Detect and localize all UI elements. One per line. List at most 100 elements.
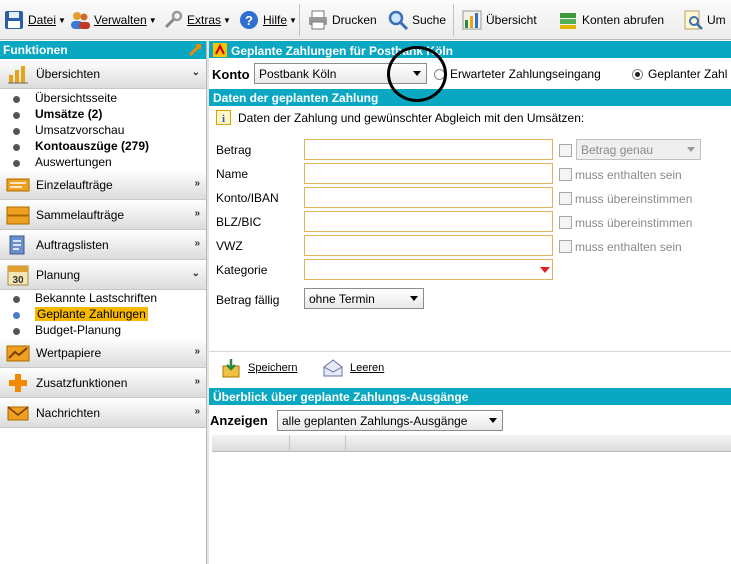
konto-iban-label: Konto/IBAN bbox=[216, 191, 279, 205]
sidebar-section-label: Einzelaufträge bbox=[36, 177, 113, 192]
list-icon bbox=[9, 235, 25, 254]
document-search-icon bbox=[684, 10, 703, 30]
sidebar-item-auswertungen[interactable]: Auswertungen bbox=[0, 155, 206, 171]
table-column-header[interactable] bbox=[212, 435, 290, 452]
info-icon: i bbox=[216, 110, 231, 125]
sidebar-section-label: Übersichten bbox=[36, 66, 101, 81]
betrag-faellig-value: ohne Termin bbox=[309, 292, 375, 306]
chevron-right-icon: » bbox=[194, 178, 200, 189]
calendar-icon: 30 bbox=[7, 265, 29, 286]
betrag-match-value: Betrag genau bbox=[581, 143, 654, 157]
konto-iban-input[interactable] bbox=[304, 187, 553, 208]
save-arrow-icon bbox=[222, 359, 240, 378]
extras-label: Extras bbox=[187, 13, 222, 27]
blz-bic-input[interactable] bbox=[304, 211, 553, 232]
drucken-button[interactable]: Drucken bbox=[307, 6, 377, 34]
sidebar: Funktionen Übersichten ⌄ Übersichtsseite… bbox=[0, 41, 206, 564]
bullet-icon bbox=[13, 160, 20, 167]
sidebar-item-budget-planung[interactable]: Budget-Planung bbox=[0, 323, 206, 339]
printer-icon bbox=[309, 10, 327, 30]
sidebar-section-planung[interactable]: 30 Planung ⌄ bbox=[0, 260, 206, 290]
uebersicht-button[interactable]: Übersicht bbox=[461, 6, 537, 34]
sidebar-section-sammelauftraege[interactable]: Sammelaufträge » bbox=[0, 200, 206, 230]
drucken-label: Drucken bbox=[332, 13, 377, 27]
datei-label: Datei bbox=[28, 13, 57, 27]
table-column-header[interactable] bbox=[290, 435, 346, 452]
dropdown-arrow-icon bbox=[410, 296, 418, 301]
betrag-input[interactable] bbox=[304, 139, 553, 160]
caret-down-icon: ▼ bbox=[148, 15, 157, 25]
sidebar-item-kontoauszuege[interactable]: Kontoauszüge (279) bbox=[0, 139, 206, 155]
vwz-match-label: muss enthalten sein bbox=[575, 240, 682, 254]
toolbar-separator bbox=[299, 4, 300, 36]
name-label: Name bbox=[216, 167, 249, 181]
sidebar-section-wertpapiere[interactable]: Wertpapiere » bbox=[0, 338, 206, 368]
dropdown-arrow-icon bbox=[489, 418, 497, 423]
sidebar-item-umsatzvorschau[interactable]: Umsatzvorschau bbox=[0, 123, 206, 139]
sidebar-item-bekannte-lastschriften[interactable]: Bekannte Lastschriften bbox=[0, 291, 206, 307]
sidebar-section-auftragslisten[interactable]: Auftragslisten » bbox=[0, 230, 206, 260]
info-text: Daten der Zahlung und gewünschter Abglei… bbox=[238, 111, 585, 125]
sidebar-section-label: Planung bbox=[36, 267, 81, 282]
konten-abrufen-label: Konten abrufen bbox=[582, 13, 665, 27]
anzeigen-label: Anzeigen bbox=[210, 413, 268, 428]
extras-menu[interactable]: Extras ▼ bbox=[162, 6, 231, 34]
chevron-right-icon: » bbox=[194, 406, 200, 417]
speichern-button[interactable]: Speichern bbox=[220, 357, 298, 379]
vwz-match-checkbox[interactable] bbox=[559, 240, 572, 253]
page-title-bar: Geplante Zahlungen für Postbank Köln bbox=[209, 41, 731, 58]
chevron-right-icon: » bbox=[194, 238, 200, 249]
umsatz-suche-button[interactable]: Um bbox=[682, 6, 726, 34]
sidebar-item-umsaetze[interactable]: Umsätze (2) bbox=[0, 107, 206, 123]
betrag-label: Betrag bbox=[216, 143, 252, 157]
sidebar-section-label: Zusatzfunktionen bbox=[36, 375, 128, 390]
main-toolbar: Datei ▼ Verwalten ▼ Extras ▼ ? Hilfe ▼ Druck… bbox=[0, 0, 731, 40]
konto-select-value: Postbank Köln bbox=[259, 67, 337, 81]
sidebar-section-label: Nachrichten bbox=[36, 405, 101, 420]
sidebar-section-nachrichten[interactable]: Nachrichten » bbox=[0, 398, 206, 428]
pin-icon[interactable] bbox=[188, 43, 202, 57]
name-match-checkbox[interactable] bbox=[559, 168, 572, 181]
betrag-faellig-select[interactable]: ohne Termin bbox=[304, 288, 424, 309]
batch-transfer-icon bbox=[6, 206, 30, 224]
sidebar-item-label: Kontoauszüge (279) bbox=[35, 139, 150, 153]
radio-geplanter-zahlungsausgang[interactable] bbox=[632, 69, 643, 80]
table-column-header[interactable] bbox=[346, 435, 731, 452]
name-input[interactable] bbox=[304, 163, 553, 184]
konto-match-checkbox[interactable] bbox=[559, 192, 572, 205]
kategorie-select[interactable] bbox=[304, 259, 553, 280]
hilfe-menu[interactable]: ? Hilfe ▼ bbox=[238, 6, 297, 34]
anzeigen-select[interactable]: alle geplanten Zahlungs-Ausgänge bbox=[277, 410, 503, 431]
vwz-input[interactable] bbox=[304, 235, 553, 256]
dropdown-arrow-icon bbox=[540, 267, 550, 273]
betrag-match-checkbox[interactable] bbox=[559, 144, 572, 157]
radio-erwarteter-zahlungseingang-label: Erwarteter Zahlungseingang bbox=[450, 67, 601, 81]
divider bbox=[209, 351, 731, 352]
chevron-down-icon: ⌄ bbox=[191, 268, 200, 279]
sidebar-section-uebersichten[interactable]: Übersichten ⌄ bbox=[0, 59, 206, 89]
betrag-match-select[interactable]: Betrag genau bbox=[576, 139, 701, 160]
bar-chart-icon bbox=[462, 10, 482, 30]
sidebar-section-label: Sammelaufträge bbox=[36, 207, 125, 222]
verwalten-menu[interactable]: Verwalten ▼ bbox=[69, 6, 157, 34]
suche-button[interactable]: Suche bbox=[387, 6, 446, 34]
sidebar-section-label: Auftragslisten bbox=[36, 237, 109, 252]
konto-match-label: muss übereinstimmen bbox=[575, 192, 693, 206]
bar-chart-icon bbox=[8, 65, 28, 83]
sidebar-item-label: Budget-Planung bbox=[35, 323, 122, 337]
transfer-form-icon bbox=[6, 178, 30, 191]
money-stack-icon bbox=[560, 13, 576, 29]
leeren-button[interactable]: Leeren bbox=[322, 357, 384, 379]
vwz-label: VWZ bbox=[216, 239, 243, 253]
datei-menu[interactable]: Datei ▼ bbox=[3, 6, 66, 34]
sidebar-section-zusatzfunktionen[interactable]: Zusatzfunktionen » bbox=[0, 368, 206, 398]
sidebar-section-einzelauftraege[interactable]: Einzelaufträge » bbox=[0, 170, 206, 200]
sidebar-item-label: Umsätze (2) bbox=[35, 107, 103, 121]
blz-match-checkbox[interactable] bbox=[559, 216, 572, 229]
konten-abrufen-button[interactable]: Konten abrufen bbox=[557, 6, 664, 34]
betrag-faellig-label: Betrag fällig bbox=[216, 293, 280, 307]
sidebar-item-geplante-zahlungen[interactable]: Geplante Zahlungen bbox=[0, 307, 206, 323]
overview-header: Überblick über geplante Zahlungs-Ausgäng… bbox=[209, 388, 731, 405]
sidebar-item-uebersichtsseite[interactable]: Übersichtsseite bbox=[0, 91, 206, 107]
sidebar-item-label: Bekannte Lastschriften bbox=[35, 291, 158, 305]
